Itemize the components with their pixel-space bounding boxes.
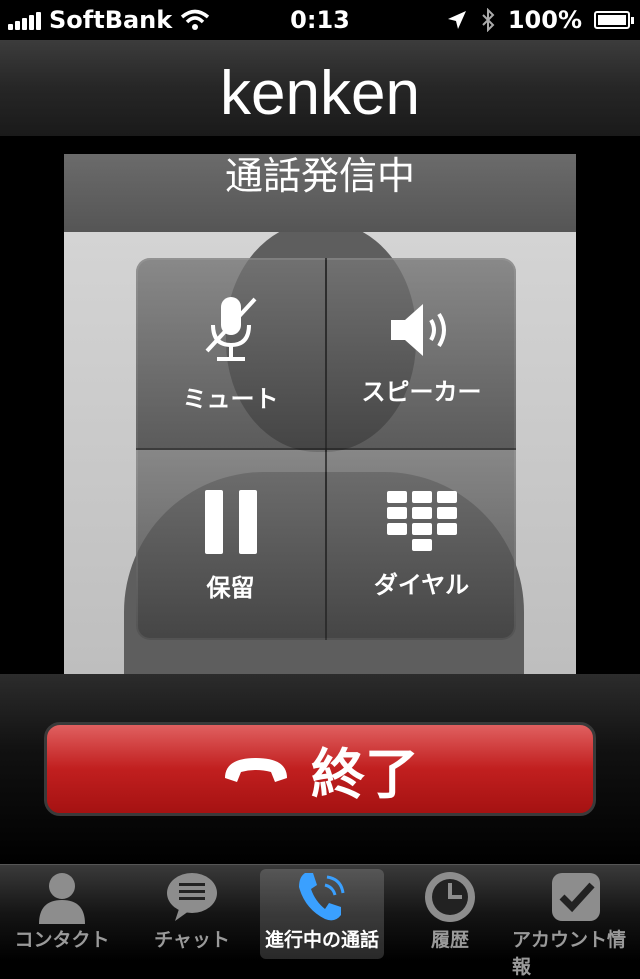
bluetooth-icon	[482, 8, 495, 32]
dialpad-label: ダイヤル	[373, 570, 470, 599]
tab-label: コンタクト	[14, 929, 110, 951]
battery-percent: 100%	[507, 6, 582, 34]
microphone-muted-icon	[205, 296, 256, 361]
speaker-button[interactable]: スピーカー	[327, 258, 516, 448]
keypad-icon	[386, 490, 457, 551]
tab-label: チャット	[154, 929, 230, 951]
clock-icon	[425, 872, 475, 922]
contact-icon	[39, 873, 85, 924]
tab-contacts[interactable]: コンタクト	[0, 869, 124, 959]
tab-label: 進行中の通話	[264, 929, 379, 951]
speaker-icon	[390, 303, 446, 356]
tab-active-call[interactable]: 進行中の通話	[260, 869, 384, 959]
account-icon	[552, 873, 600, 921]
tab-label: 履歴	[430, 929, 469, 951]
tab-history[interactable]: 履歴	[388, 869, 512, 959]
hold-button[interactable]: 保留	[136, 450, 325, 640]
mute-label: ミュート	[182, 384, 279, 413]
tab-bar: コンタクト チャット 進行中の通話 履歴 アカウント情報	[0, 864, 640, 978]
tab-label: アカウント情報	[512, 929, 627, 978]
hang-up-icon	[225, 758, 287, 782]
pause-icon	[204, 489, 257, 554]
call-status: 通話発信中	[64, 154, 576, 232]
speaker-label: スピーカー	[361, 377, 482, 406]
end-call-label: 終了	[311, 742, 419, 806]
status-bar: SoftBank 0:13 100%	[0, 0, 640, 40]
phone-call-icon	[299, 873, 345, 921]
location-arrow-icon	[447, 11, 466, 29]
mute-button[interactable]: ミュート	[136, 258, 325, 448]
tab-chat[interactable]: チャット	[130, 869, 254, 959]
dialpad-button[interactable]: ダイヤル	[327, 450, 516, 640]
chat-icon	[167, 873, 217, 921]
call-controls: ミュート スピーカー 保留 ダイヤル	[136, 258, 516, 640]
hold-label: 保留	[206, 573, 255, 602]
tab-account[interactable]: アカウント情報	[512, 869, 640, 978]
battery-icon	[594, 11, 634, 29]
caller-name: kenken	[220, 59, 420, 128]
end-call-button[interactable]: 終了	[44, 722, 596, 816]
